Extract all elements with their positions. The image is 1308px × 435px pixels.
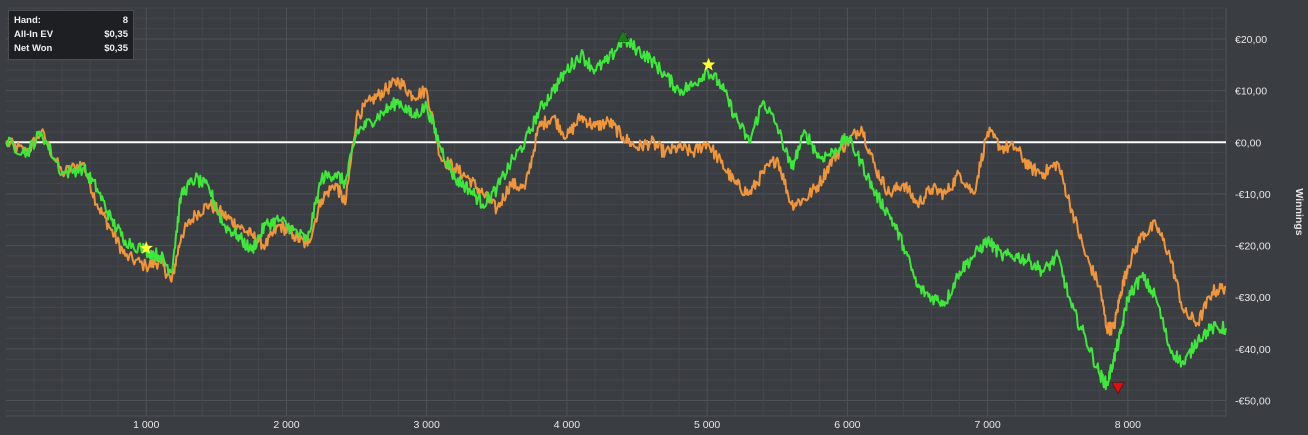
y-axis-title: Winnings (1293, 188, 1305, 235)
series-line-all-in-ev (5, 77, 1226, 336)
y-tick-label: -€50,00 (1235, 396, 1271, 408)
winnings-chart: 1 000 2 000 3 000 4 000 5 000 6 000 7 000 8 000… (0, 0, 1308, 435)
x-tick-label: 3 000 (414, 419, 440, 431)
x-tick-label: 4 000 (554, 419, 580, 431)
info-label-net-won: Net Won (14, 43, 53, 54)
markers (139, 29, 1125, 395)
info-value-all-in-ev: $0,35 (104, 29, 128, 40)
y-tick-label: -€40,00 (1235, 344, 1271, 356)
info-row-all-in-ev: All-In EV $0,35 (14, 28, 128, 42)
info-row-net-won: Net Won $0,35 (14, 42, 128, 56)
y-tick-label: -€30,00 (1235, 292, 1271, 304)
series-line-net-won (5, 33, 1227, 391)
chart-canvas: 1 000 2 000 3 000 4 000 5 000 6 000 7 000 8 000… (5, 7, 1305, 431)
x-tick-label: 6 000 (834, 419, 860, 431)
x-tick-label: 1 000 (133, 419, 159, 431)
y-tick-label: -€10,00 (1235, 189, 1271, 201)
y-tick-label: €20,00 (1235, 34, 1267, 46)
info-label-all-in-ev: All-In EV (14, 29, 54, 40)
info-value-hand: 8 (122, 15, 128, 26)
y-tick-label: €0,00 (1235, 137, 1261, 149)
grid (6, 7, 1226, 416)
hand-info-box: Hand: 8 All-In EV $0,35 Net Won $0,35 (8, 10, 134, 60)
x-tick-label: 5 000 (694, 419, 720, 431)
info-value-net-won: $0,35 (104, 43, 128, 54)
x-tick-label: 7 000 (974, 419, 1000, 431)
y-axis-ticks: €20,00 €10,00 €0,00 -€10,00 -€20,00 -€30,00 -€… (1235, 34, 1271, 408)
series-lines (5, 33, 1227, 391)
y-tick-label: -€20,00 (1235, 241, 1271, 253)
max-triangle-marker (616, 29, 630, 42)
min-triangle-marker (1111, 382, 1125, 395)
info-label-hand: Hand: (14, 15, 41, 26)
x-tick-label: 8 000 (1115, 419, 1141, 431)
x-axis-ticks: 1 000 2 000 3 000 4 000 5 000 6 000 7 000 8 000 (133, 419, 1141, 431)
info-row-hand: Hand: 8 (14, 14, 128, 28)
x-tick-label: 2 000 (273, 419, 299, 431)
y-tick-label: €10,00 (1235, 86, 1267, 98)
